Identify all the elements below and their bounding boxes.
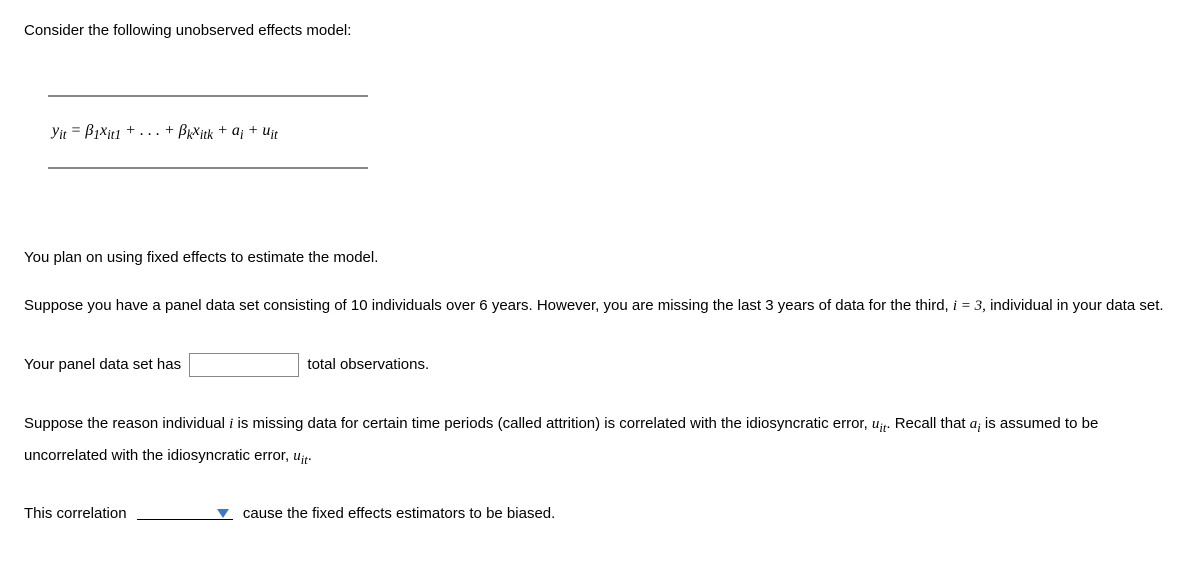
s2-c: . Recall that	[886, 415, 969, 432]
s2-m3: ai	[970, 416, 981, 432]
s2-m4: uit	[293, 448, 307, 464]
suppose1-a: Suppose you have a panel data set consis…	[24, 297, 953, 314]
s2-e: .	[308, 447, 312, 464]
s2-a: Suppose the reason individual	[24, 415, 229, 432]
suppose1-b: individual in your data set.	[986, 297, 1164, 314]
suppose1-math: i = 3,	[953, 298, 986, 314]
equation-top-rule	[48, 95, 368, 97]
model-equation: yit = β1xit1 + . . . + βkxitk + ai + uit	[48, 117, 368, 147]
conclusion-b: cause the fixed effects estimators to be…	[243, 505, 555, 522]
obs-b: total observations.	[307, 356, 429, 373]
bias-dropdown[interactable]	[137, 509, 233, 520]
obs-a: Your panel data set has	[24, 356, 185, 373]
suppose-2: Suppose the reason individual i is missi…	[24, 409, 1176, 473]
s2-m2: uit	[872, 416, 886, 432]
plan-text: You plan on using fixed effects to estim…	[24, 247, 1176, 270]
intro-text: Consider the following unobserved effect…	[24, 20, 1176, 43]
conclusion-line: This correlation cause the fixed effects…	[24, 503, 1176, 526]
equation-block: yit = β1xit1 + . . . + βkxitk + ai + uit	[48, 95, 368, 169]
observations-question: Your panel data set has total observatio…	[24, 353, 1176, 377]
suppose-1: Suppose you have a panel data set consis…	[24, 291, 1176, 321]
s2-b: is missing data for certain time periods…	[233, 415, 872, 432]
total-observations-input[interactable]	[189, 353, 299, 377]
conclusion-a: This correlation	[24, 505, 131, 522]
chevron-down-icon	[217, 509, 229, 518]
equation-bottom-rule	[48, 167, 368, 169]
